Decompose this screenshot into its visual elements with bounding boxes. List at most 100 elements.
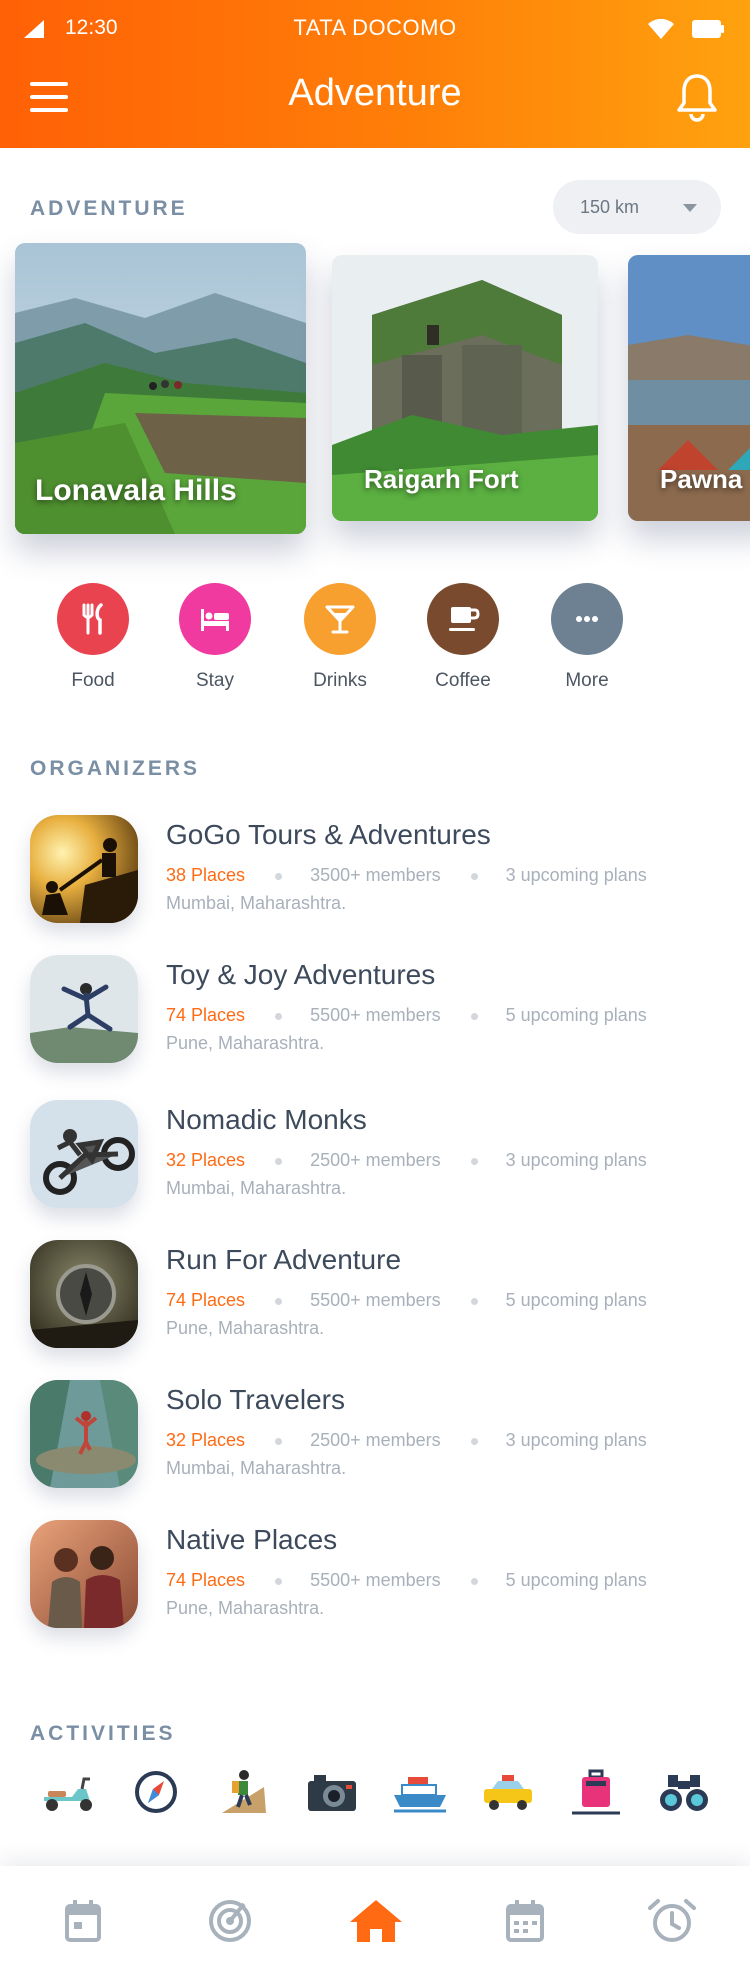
places-count: 38 Places — [166, 865, 246, 885]
separator-dot — [275, 1297, 283, 1305]
compass-icon[interactable] — [126, 1767, 186, 1817]
places-count: 74 Places — [166, 1290, 246, 1310]
home-icon[interactable] — [346, 1896, 406, 1946]
plans-count: 5 upcoming plans — [505, 1570, 647, 1590]
organizer-location: Pune, Maharashtra. — [166, 1598, 325, 1618]
separator-dot — [470, 1297, 478, 1305]
organizer-name: Toy & Joy Adventures — [166, 959, 436, 990]
places-count: 74 Places — [166, 1005, 246, 1025]
organizer-item-solo[interactable]: Solo Travelers 32 Places 2500+ members 3 u… — [30, 1380, 730, 1492]
distance-dropdown[interactable]: 150 km — [553, 180, 721, 234]
category-label: Drinks — [313, 670, 367, 691]
members-count: 5500+ members — [310, 1290, 441, 1310]
binoculars-icon[interactable] — [654, 1767, 714, 1817]
card-title: Pawna — [660, 464, 743, 494]
separator-dot — [470, 1437, 478, 1445]
status-bar: 12:30 TATA DOCOMO — [0, 0, 750, 56]
separator-dot — [470, 872, 478, 880]
taxi-icon[interactable] — [478, 1767, 538, 1817]
category-circle — [57, 583, 129, 655]
app-header: 12:30 TATA DOCOMO Adventure — [0, 0, 750, 148]
category-coffee[interactable]: Coffee — [408, 583, 518, 692]
organizer-meta: 74 Places 5500+ members 5 upcoming plans — [166, 1290, 647, 1311]
separator-dot — [275, 872, 283, 880]
scooter-icon[interactable] — [38, 1767, 98, 1817]
plans-count: 3 upcoming plans — [505, 1150, 647, 1170]
members-count: 2500+ members — [310, 1150, 441, 1170]
separator-dot — [275, 1577, 283, 1585]
battery-icon — [692, 20, 724, 38]
organizer-location: Mumbai, Maharashtra. — [166, 893, 347, 913]
luggage-icon[interactable] — [566, 1767, 626, 1817]
category-stay[interactable]: Stay — [160, 583, 270, 692]
organizer-meta: 74 Places 5500+ members 5 upcoming plans — [166, 1570, 647, 1591]
separator-dot — [275, 1437, 283, 1445]
organizer-meta: 74 Places 5500+ members 5 upcoming plans — [166, 1005, 647, 1026]
adventure-card-lonavala[interactable]: Lonavala Hills — [15, 243, 306, 534]
plans-count: 3 upcoming plans — [505, 1430, 647, 1450]
organizer-item-native[interactable]: Native Places 74 Places 5500+ members 5 up… — [30, 1520, 730, 1632]
organizer-avatar — [30, 1240, 138, 1348]
organizer-avatar — [30, 1520, 138, 1628]
compass-photo-image — [30, 1240, 138, 1348]
bed-icon — [201, 609, 229, 631]
organizer-item-toyjoy[interactable]: Toy & Joy Adventures 74 Places 5500+ memb… — [30, 955, 730, 1067]
category-drinks[interactable]: Drinks — [285, 583, 395, 692]
bottom-navigation — [0, 1866, 750, 1979]
schedule-icon[interactable] — [495, 1896, 555, 1946]
separator-dot — [275, 1012, 283, 1020]
category-food[interactable]: Food — [38, 583, 148, 692]
separator-dot — [470, 1012, 478, 1020]
ship-icon[interactable] — [390, 1767, 450, 1817]
organizer-avatar — [30, 815, 138, 923]
climbers-image — [30, 815, 138, 923]
category-label: Stay — [195, 670, 235, 691]
organizer-item-nomadic[interactable]: Nomadic Monks 32 Places 2500+ members 3 up… — [30, 1100, 730, 1212]
organizer-meta: 38 Places 3500+ members 3 upcoming plans — [166, 865, 647, 886]
organizer-name: Nomadic Monks — [166, 1104, 367, 1135]
cocktail-icon — [325, 605, 355, 634]
members-count: 5500+ members — [310, 1570, 441, 1590]
calendar-icon[interactable] — [53, 1896, 113, 1946]
category-circle — [551, 583, 623, 655]
members-count: 5500+ members — [310, 1005, 441, 1025]
organizer-name: GoGo Tours & Adventures — [166, 819, 491, 850]
alarm-icon[interactable] — [642, 1896, 702, 1946]
radar-icon[interactable] — [200, 1896, 260, 1946]
adventure-section-label: ADVENTURE — [30, 197, 188, 220]
category-more[interactable]: More — [532, 583, 642, 692]
category-circle — [304, 583, 376, 655]
separator-dot — [470, 1577, 478, 1585]
distance-value: 150 km — [580, 197, 640, 217]
yoga-rock-image — [30, 1380, 138, 1488]
organizer-name: Solo Travelers — [166, 1384, 345, 1415]
jumper-image — [30, 955, 138, 1063]
plans-count: 5 upcoming plans — [505, 1290, 647, 1310]
organizer-name: Run For Adventure — [166, 1244, 402, 1275]
more-icon — [576, 616, 598, 622]
organizer-location: Pune, Maharashtra. — [166, 1318, 325, 1338]
organizer-avatar — [30, 1100, 138, 1208]
cutlery-icon — [82, 603, 103, 635]
couple-image — [30, 1520, 138, 1628]
organizers-section-label: ORGANIZERS — [30, 757, 201, 780]
members-count: 2500+ members — [310, 1430, 441, 1450]
hiker-icon[interactable] — [214, 1767, 274, 1817]
organizer-location: Pune, Maharashtra. — [166, 1033, 325, 1053]
organizer-item-run[interactable]: Run For Adventure 74 Places 5500+ members… — [30, 1240, 730, 1352]
camera-icon[interactable] — [302, 1767, 362, 1817]
notification-bell-icon[interactable] — [676, 72, 718, 122]
adventure-card-raigarh[interactable]: Raigarh Fort — [332, 255, 598, 521]
plans-count: 5 upcoming plans — [505, 1005, 647, 1025]
organizer-avatar — [30, 955, 138, 1063]
category-label: More — [565, 670, 609, 691]
organizer-name: Native Places — [166, 1524, 338, 1555]
chevron-down-icon — [683, 204, 697, 212]
separator-dot — [470, 1157, 478, 1165]
organizer-location: Mumbai, Maharashtra. — [166, 1458, 347, 1478]
adventure-card-pawna[interactable]: Pawna — [628, 255, 750, 521]
card-title: Lonavala Hills — [35, 474, 237, 507]
organizer-item-gogo[interactable]: GoGo Tours & Adventures 38 Places 3500+ m… — [30, 815, 730, 927]
category-circle — [427, 583, 499, 655]
card-title: Raigarh Fort — [364, 464, 519, 494]
